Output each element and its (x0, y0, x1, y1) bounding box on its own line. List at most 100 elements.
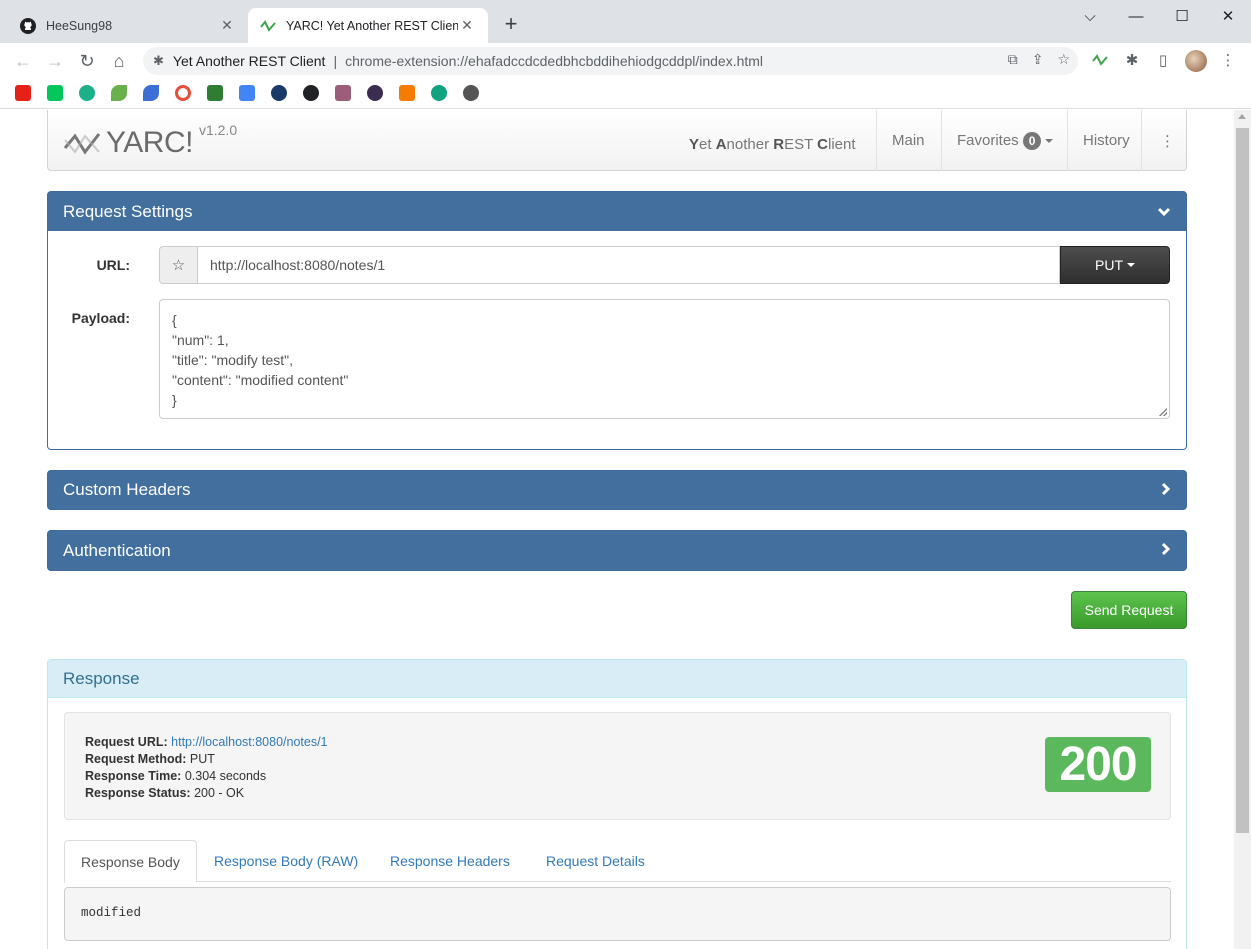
close-icon[interactable]: ✕ (218, 17, 236, 35)
brand-name: YARC! (106, 126, 193, 159)
chevron-down-icon (1127, 263, 1135, 267)
panel-title: Request Settings (63, 201, 193, 221)
authentication-header[interactable]: Authentication (48, 531, 1186, 570)
leaf-icon[interactable] (111, 85, 127, 101)
panel-title: Custom Headers (63, 480, 191, 499)
tab-title: YARC! Yet Another REST Client (286, 18, 458, 33)
maximize-button[interactable]: ☐ (1159, 0, 1205, 32)
naver-icon[interactable] (47, 85, 63, 101)
bookmarks-bar (0, 79, 1251, 109)
chevron-right-icon (1161, 480, 1171, 501)
browser-menu-icon[interactable]: ⋮ (1218, 49, 1238, 71)
window-close-button[interactable]: ✕ (1205, 0, 1251, 32)
favorites-count-badge: 0 (1022, 131, 1042, 150)
page-scrollbar[interactable] (1234, 110, 1251, 949)
github-icon (20, 17, 36, 34)
payload-label: Payload: (71, 310, 130, 326)
scroll-up-arrow-icon[interactable] (1238, 114, 1246, 119)
browser-toolbar: ← → ↻ ⌂ ✱ Yet Another REST Client | chro… (0, 43, 1251, 79)
chevron-down-icon[interactable]: ⌵ (1067, 0, 1113, 32)
resize-handle[interactable] (1159, 408, 1167, 416)
response-tabs: Response Body Response Body (RAW) Respon… (64, 840, 1171, 883)
url-input-group: ☆ http://localhost:8080/notes/1 PUT (159, 246, 1170, 284)
bookmark-star-icon[interactable]: ☆ (1057, 51, 1070, 68)
browser-tab-github[interactable]: HeeSung98 ✕ (8, 8, 248, 43)
authentication-panel: Authentication (47, 530, 1187, 571)
nav-main[interactable]: Main (876, 110, 940, 171)
image-icon[interactable] (335, 85, 351, 101)
tab-response-headers[interactable]: Response Headers (374, 840, 526, 882)
url-input[interactable]: http://localhost:8080/notes/1 (198, 246, 1060, 284)
extension-puzzle-icon: ✱ (153, 53, 164, 68)
nav-favorites[interactable]: Favorites 0 (941, 110, 1068, 171)
minimize-button[interactable]: — (1113, 0, 1159, 32)
separator: | (333, 53, 338, 69)
tab-request-details[interactable]: Request Details (530, 840, 661, 882)
navbar-tagline: Yet Another REST Client (689, 136, 856, 153)
yarc-logo-icon (63, 133, 101, 155)
forward-button[interactable]: → (42, 49, 68, 73)
site-name: Yet Another REST Client (172, 53, 326, 69)
browser-tab-yarc[interactable]: YARC! Yet Another REST Client ✕ (248, 8, 488, 43)
custom-headers-panel: Custom Headers (47, 470, 1187, 510)
request-settings-panel: Request Settings URL: ☆ http://localhost… (47, 191, 1187, 450)
send-request-button[interactable]: Send Request (1071, 591, 1187, 629)
feather-icon[interactable] (143, 85, 159, 101)
yarc-extension-icon[interactable] (1090, 49, 1110, 71)
chevron-down-icon (1045, 138, 1054, 143)
github-icon[interactable] (303, 85, 319, 101)
bookmark-icon[interactable] (239, 85, 255, 101)
owl-icon[interactable] (271, 85, 287, 101)
yarc-icon (260, 18, 276, 34)
chevron-right-icon (1161, 540, 1171, 561)
profile-icon[interactable] (367, 85, 383, 101)
chevron-down-icon (1157, 201, 1171, 222)
nav-history[interactable]: History (1067, 110, 1145, 171)
request-url-link[interactable]: http://localhost:8080/notes/1 (171, 735, 327, 749)
app-navbar: YARC! v1.2.0 Yet Another REST Client Mai… (47, 110, 1187, 171)
more-icon: ⋮ (1160, 132, 1175, 150)
favorite-star-button[interactable]: ☆ (159, 246, 198, 284)
extensions-puzzle-icon[interactable]: ✱ (1122, 49, 1142, 71)
response-body: modified (64, 887, 1171, 941)
globe-icon[interactable] (463, 85, 479, 101)
home-button[interactable]: ⌂ (106, 49, 132, 73)
response-status-value: 200 - OK (194, 786, 245, 800)
chatgpt-icon[interactable] (431, 85, 447, 101)
request-method-value: PUT (189, 752, 215, 766)
custom-headers-header[interactable]: Custom Headers (48, 471, 1186, 509)
nav-more-menu[interactable]: ⋮ (1141, 110, 1193, 171)
bookmark-icon[interactable] (79, 85, 95, 101)
tab-response-body-raw[interactable]: Response Body (RAW) (198, 840, 374, 882)
classroom-icon[interactable] (207, 85, 223, 101)
address-bar[interactable]: ✱ Yet Another REST Client | chrome-exten… (143, 47, 1078, 75)
response-panel: Response Request URL: http://localhost:8… (47, 659, 1187, 949)
close-icon[interactable]: ✕ (458, 17, 476, 35)
reload-button[interactable]: ↻ (74, 49, 100, 73)
payload-textarea[interactable]: { "num": 1, "title": "modify test", "con… (159, 299, 1170, 419)
response-header: Response (48, 660, 1186, 698)
brand[interactable]: YARC! v1.2.0 (62, 122, 237, 162)
lifebuoy-icon[interactable] (175, 85, 191, 101)
tab-response-body[interactable]: Response Body (64, 840, 197, 883)
star-icon: ☆ (171, 257, 186, 274)
cube-icon[interactable] (399, 85, 415, 101)
page-content: YARC! v1.2.0 Yet Another REST Client Mai… (0, 110, 1234, 949)
panel-title: Authentication (63, 540, 171, 560)
youtube-icon[interactable] (15, 85, 31, 101)
status-code-badge: 200 (1045, 737, 1151, 792)
side-panel-icon[interactable]: ▯ (1153, 49, 1173, 71)
avatar[interactable] (1185, 50, 1207, 72)
back-button[interactable]: ← (10, 49, 36, 73)
omnibox-actions: ⧉ ⇪ ☆ (1008, 51, 1070, 68)
address-url: chrome-extension://ehafadccdcdedbhcbddih… (345, 53, 764, 69)
scrollbar-thumb[interactable] (1236, 128, 1249, 833)
share-icon[interactable]: ⇪ (1032, 51, 1044, 68)
browser-tabstrip: HeeSung98 ✕ YARC! Yet Another REST Clien… (0, 0, 1251, 43)
method-dropdown[interactable]: PUT (1060, 246, 1170, 284)
new-tab-button[interactable]: + (500, 13, 522, 35)
translate-icon[interactable]: ⧉ (1008, 51, 1018, 68)
response-summary: Request URL: http://localhost:8080/notes… (64, 712, 1171, 820)
request-settings-header[interactable]: Request Settings (48, 192, 1186, 231)
brand-version: v1.2.0 (198, 122, 238, 138)
